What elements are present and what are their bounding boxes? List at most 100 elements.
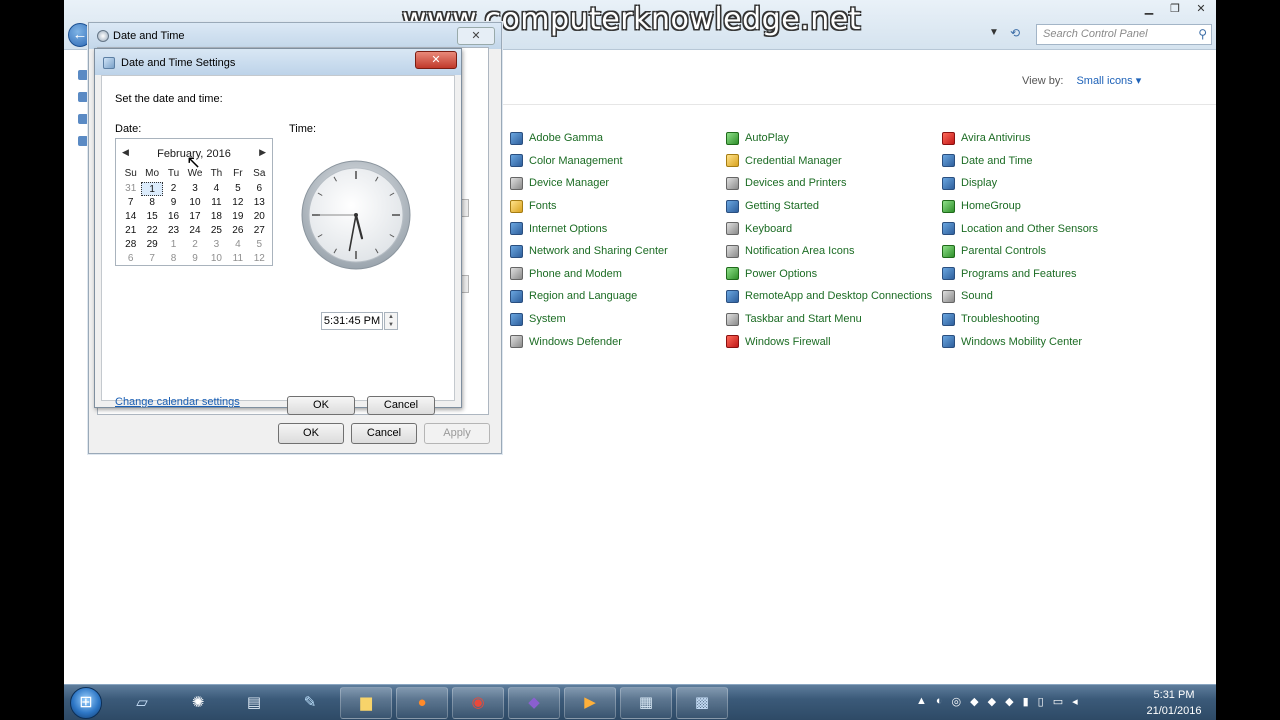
control-panel-item[interactable]: Notification Area Icons (726, 243, 942, 260)
control-panel-item[interactable]: Region and Language (510, 288, 726, 305)
taskbar-app-9[interactable]: ▶ (564, 687, 616, 719)
time-input[interactable]: 5:31:45 PM (321, 312, 383, 330)
calendar-day[interactable]: 18 (206, 210, 227, 224)
start-button[interactable]: ⊞ (70, 687, 102, 719)
calendar-day[interactable]: 5 (227, 182, 248, 196)
control-panel-item[interactable]: System (510, 311, 726, 328)
tray-icon[interactable]: ▯ (1038, 695, 1044, 708)
calendar-day[interactable]: 20 (249, 210, 270, 224)
tray-icon[interactable]: ▲ (916, 695, 927, 708)
calendar-day[interactable]: 19 (227, 210, 248, 224)
calendar-day[interactable]: 1 (163, 238, 184, 252)
taskbar-firefox[interactable]: ● (396, 687, 448, 719)
calendar-day[interactable]: 2 (184, 238, 205, 252)
tray-icon[interactable]: ◆ (1005, 695, 1013, 708)
control-panel-item[interactable]: Location and Other Sensors (942, 220, 1162, 237)
control-panel-item[interactable]: RemoteApp and Desktop Connections (726, 288, 942, 305)
calendar-day[interactable]: 7 (120, 196, 141, 210)
calendar-day[interactable]: 9 (163, 196, 184, 210)
calendar-day[interactable]: 7 (141, 252, 162, 266)
calendar-day[interactable]: 4 (227, 238, 248, 252)
close-icon[interactable]: ✕ (1192, 2, 1210, 15)
taskbar-app-10[interactable]: ▦ (620, 687, 672, 719)
calendar-day[interactable]: 3 (184, 182, 205, 196)
settings-cancel-button[interactable]: Cancel (367, 396, 435, 415)
taskbar-chrome[interactable]: ◉ (452, 687, 504, 719)
calendar-day[interactable]: 10 (206, 252, 227, 266)
settings-close-button[interactable]: ✕ (415, 51, 457, 69)
control-panel-item[interactable]: Troubleshooting (942, 311, 1162, 328)
next-month-icon[interactable]: ▶ (259, 147, 266, 158)
calendar-day[interactable]: 25 (206, 224, 227, 238)
control-panel-item[interactable]: Windows Mobility Center (942, 333, 1162, 350)
tray-icon[interactable]: ▮ (1023, 695, 1029, 708)
view-by-dropdown[interactable]: Small icons ▾ (1076, 75, 1141, 87)
calendar-day[interactable]: 26 (227, 224, 248, 238)
taskbar-control-panel[interactable]: ▩ (676, 687, 728, 719)
address-dropdown-icon[interactable]: ▼ (989, 27, 999, 38)
calendar-day[interactable]: 11 (227, 252, 248, 266)
control-panel-item[interactable]: Windows Defender (510, 333, 726, 350)
calendar-day[interactable]: 27 (249, 224, 270, 238)
tray-icon[interactable]: ◎ (952, 695, 962, 708)
search-icon[interactable]: ⚲ (1198, 27, 1207, 41)
calendar-day[interactable]: 6 (249, 182, 270, 196)
control-panel-item[interactable]: Internet Options (510, 220, 726, 237)
calendar-day[interactable]: 1 (141, 182, 163, 196)
search-input[interactable]: Search Control Panel ⚲ (1036, 24, 1212, 45)
control-panel-item[interactable]: Windows Firewall (726, 333, 942, 350)
control-panel-item[interactable]: Devices and Printers (726, 175, 942, 192)
outer-apply-button[interactable]: Apply (424, 423, 490, 444)
calendar-day[interactable]: 23 (163, 224, 184, 238)
calendar-day[interactable]: 5 (249, 238, 270, 252)
control-panel-item[interactable]: Display (942, 175, 1162, 192)
taskbar-clock-time[interactable]: 5:31 PM (1139, 689, 1209, 701)
calendar-day[interactable]: 2 (163, 182, 184, 196)
calendar-day[interactable]: 6 (120, 252, 141, 266)
minimize-icon[interactable]: ▁ (1140, 2, 1158, 15)
calendar-day[interactable]: 8 (163, 252, 184, 266)
taskbar-app-2[interactable]: ✺ (172, 687, 224, 719)
tray-icon[interactable]: ▭ (1053, 695, 1063, 708)
control-panel-item[interactable]: AutoPlay (726, 130, 942, 147)
control-panel-item[interactable]: Getting Started (726, 198, 942, 215)
tray-icon[interactable]: ◆ (988, 695, 996, 708)
control-panel-item[interactable]: Phone and Modem (510, 266, 726, 283)
calendar-day[interactable]: 15 (141, 210, 162, 224)
maximize-icon[interactable]: ❐ (1166, 2, 1184, 15)
calendar-day[interactable]: 24 (184, 224, 205, 238)
change-calendar-link[interactable]: Change calendar settings (115, 396, 240, 408)
taskbar-clock-date[interactable]: 21/01/2016 (1139, 705, 1209, 717)
calendar-day[interactable]: 16 (163, 210, 184, 224)
calendar-day[interactable]: 29 (141, 238, 162, 252)
nav-icon[interactable] (78, 92, 88, 102)
calendar-day[interactable]: 10 (184, 196, 205, 210)
taskbar-explorer[interactable]: ▆ (340, 687, 392, 719)
refresh-icon[interactable]: ⟲ (1010, 26, 1020, 40)
control-panel-item[interactable]: Adobe Gamma (510, 130, 726, 147)
control-panel-item[interactable]: Date and Time (942, 153, 1162, 170)
calendar-day[interactable]: 13 (249, 196, 270, 210)
calendar-day[interactable]: 28 (120, 238, 141, 252)
control-panel-item[interactable]: Fonts (510, 198, 726, 215)
control-panel-item[interactable]: Color Management (510, 153, 726, 170)
dialog-close-button[interactable]: ✕ (457, 27, 495, 45)
tray-icon[interactable]: ◆ (970, 695, 978, 708)
control-panel-item[interactable]: Avira Antivirus (942, 130, 1162, 147)
calendar-day[interactable]: 14 (120, 210, 141, 224)
taskbar-app-3[interactable]: ▤ (228, 687, 280, 719)
control-panel-item[interactable]: Taskbar and Start Menu (726, 311, 942, 328)
nav-icon[interactable] (78, 70, 88, 80)
control-panel-item[interactable]: Keyboard (726, 220, 942, 237)
control-panel-item[interactable]: Sound (942, 288, 1162, 305)
tray-icon[interactable]: ◂ (1072, 695, 1078, 708)
control-panel-item[interactable]: Credential Manager (726, 153, 942, 170)
tray-icon[interactable]: ◐ (936, 695, 943, 708)
calendar-day[interactable]: 21 (120, 224, 141, 238)
calendar-day[interactable]: 8 (141, 196, 162, 210)
control-panel-item[interactable]: Network and Sharing Center (510, 243, 726, 260)
taskbar-visual-studio[interactable]: ◆ (508, 687, 560, 719)
time-spinner[interactable]: ▲ ▼ (384, 312, 398, 330)
control-panel-item[interactable]: Programs and Features (942, 266, 1162, 283)
taskbar-app-1[interactable]: ▱ (116, 687, 168, 719)
